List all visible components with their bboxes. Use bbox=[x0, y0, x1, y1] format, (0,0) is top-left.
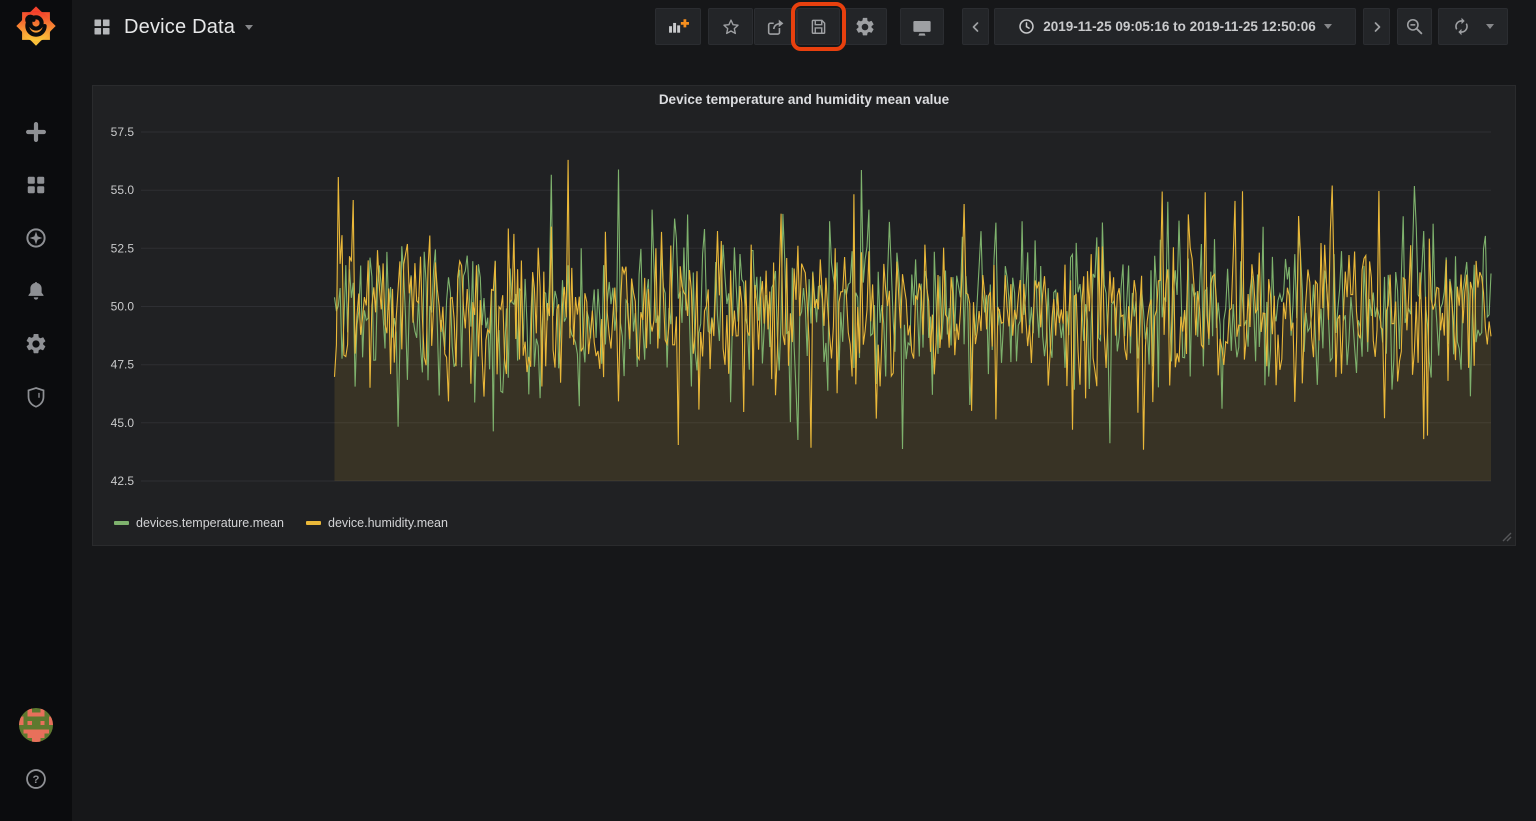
legend-item-humidity[interactable]: device.humidity.mean bbox=[306, 516, 448, 530]
sidebar-item-explore[interactable] bbox=[24, 226, 48, 250]
sidebar-item-server-admin[interactable] bbox=[24, 385, 48, 409]
panel-title[interactable]: Device temperature and humidity mean val… bbox=[93, 92, 1515, 107]
refresh-interval-caret-icon bbox=[1486, 24, 1494, 29]
chevron-right-icon bbox=[1369, 19, 1385, 35]
sidebar-item-dashboards[interactable] bbox=[24, 173, 48, 197]
settings-button[interactable] bbox=[842, 8, 887, 45]
chevron-down-icon bbox=[245, 25, 253, 30]
y-axis-tick-label: 42.5 bbox=[111, 474, 135, 488]
legend-color-swatch bbox=[306, 521, 321, 525]
y-axis-tick-label: 57.5 bbox=[111, 125, 135, 139]
y-axis-tick-label: 52.5 bbox=[111, 241, 135, 255]
tv-icon bbox=[910, 15, 934, 39]
grafana-logo[interactable] bbox=[15, 5, 57, 47]
shield-icon bbox=[24, 385, 48, 409]
caret-down-icon bbox=[1324, 24, 1332, 29]
time-backward-button[interactable] bbox=[962, 8, 989, 45]
save-icon bbox=[807, 15, 830, 38]
dashboard-title-text: Device Data bbox=[124, 16, 235, 39]
legend-label: devices.temperature.mean bbox=[136, 516, 284, 530]
refresh-button[interactable] bbox=[1438, 8, 1508, 45]
sidebar-item-configuration[interactable] bbox=[24, 332, 48, 356]
time-range-label: 2019-11-25 09:05:16 to 2019-11-25 12:50:… bbox=[1043, 19, 1315, 34]
dashboard-title[interactable]: Device Data bbox=[124, 16, 253, 39]
star-button[interactable] bbox=[708, 8, 753, 45]
avatar bbox=[19, 708, 53, 742]
timeseries-chart[interactable]: 57.555.052.550.047.545.042.509:1009:2009… bbox=[93, 86, 1515, 516]
sidebar-nav bbox=[0, 120, 72, 409]
sidebar-item-alerting[interactable] bbox=[24, 279, 48, 303]
save-button[interactable] bbox=[797, 8, 840, 45]
sidebar: ? bbox=[0, 0, 72, 821]
zoom-out-button[interactable] bbox=[1397, 8, 1432, 45]
y-axis-tick-label: 50.0 bbox=[111, 300, 135, 314]
compass-icon bbox=[24, 226, 48, 250]
time-forward-button[interactable] bbox=[1363, 8, 1390, 45]
chart-legend: devices.temperature.mean device.humidity… bbox=[114, 516, 448, 530]
legend-label: device.humidity.mean bbox=[328, 516, 448, 530]
add-panel-button[interactable] bbox=[655, 8, 701, 45]
tv-button[interactable] bbox=[900, 8, 944, 45]
gear-icon bbox=[24, 332, 48, 356]
series-fill-device.humidity.mean bbox=[335, 160, 1492, 481]
legend-item-temperature[interactable]: devices.temperature.mean bbox=[114, 516, 284, 530]
grafana-flame-icon bbox=[15, 5, 57, 47]
legend-color-swatch bbox=[114, 521, 129, 525]
sidebar-item-create[interactable] bbox=[24, 120, 48, 144]
refresh-icon bbox=[1452, 17, 1471, 36]
add-panel-icon bbox=[665, 14, 691, 40]
top-nav: Device Data bbox=[72, 0, 1536, 54]
star-icon bbox=[720, 16, 742, 38]
panel-device-data: Device temperature and humidity mean val… bbox=[92, 85, 1516, 546]
share-icon bbox=[764, 15, 787, 38]
dashboard-header: Device Data bbox=[92, 0, 253, 54]
dashboard-grid-icon bbox=[92, 17, 112, 37]
y-axis-tick-label: 45.0 bbox=[111, 416, 135, 430]
gear-icon bbox=[854, 16, 876, 38]
apps-grid-icon bbox=[24, 173, 48, 197]
y-axis-tick-label: 55.0 bbox=[111, 183, 135, 197]
user-avatar[interactable] bbox=[19, 708, 53, 742]
y-axis-tick-label: 47.5 bbox=[111, 358, 135, 372]
svg-text:?: ? bbox=[33, 774, 40, 786]
clock-icon bbox=[1018, 18, 1035, 35]
help-button[interactable]: ? bbox=[23, 766, 49, 792]
zoom-out-icon bbox=[1404, 16, 1425, 37]
question-mark-icon: ? bbox=[23, 766, 49, 792]
bell-icon bbox=[24, 279, 48, 303]
share-button[interactable] bbox=[754, 8, 797, 45]
plus-icon bbox=[24, 120, 48, 144]
panel-resize-handle[interactable] bbox=[1500, 530, 1512, 542]
time-range-picker[interactable]: 2019-11-25 09:05:16 to 2019-11-25 12:50:… bbox=[994, 8, 1356, 45]
chevron-left-icon bbox=[968, 19, 984, 35]
